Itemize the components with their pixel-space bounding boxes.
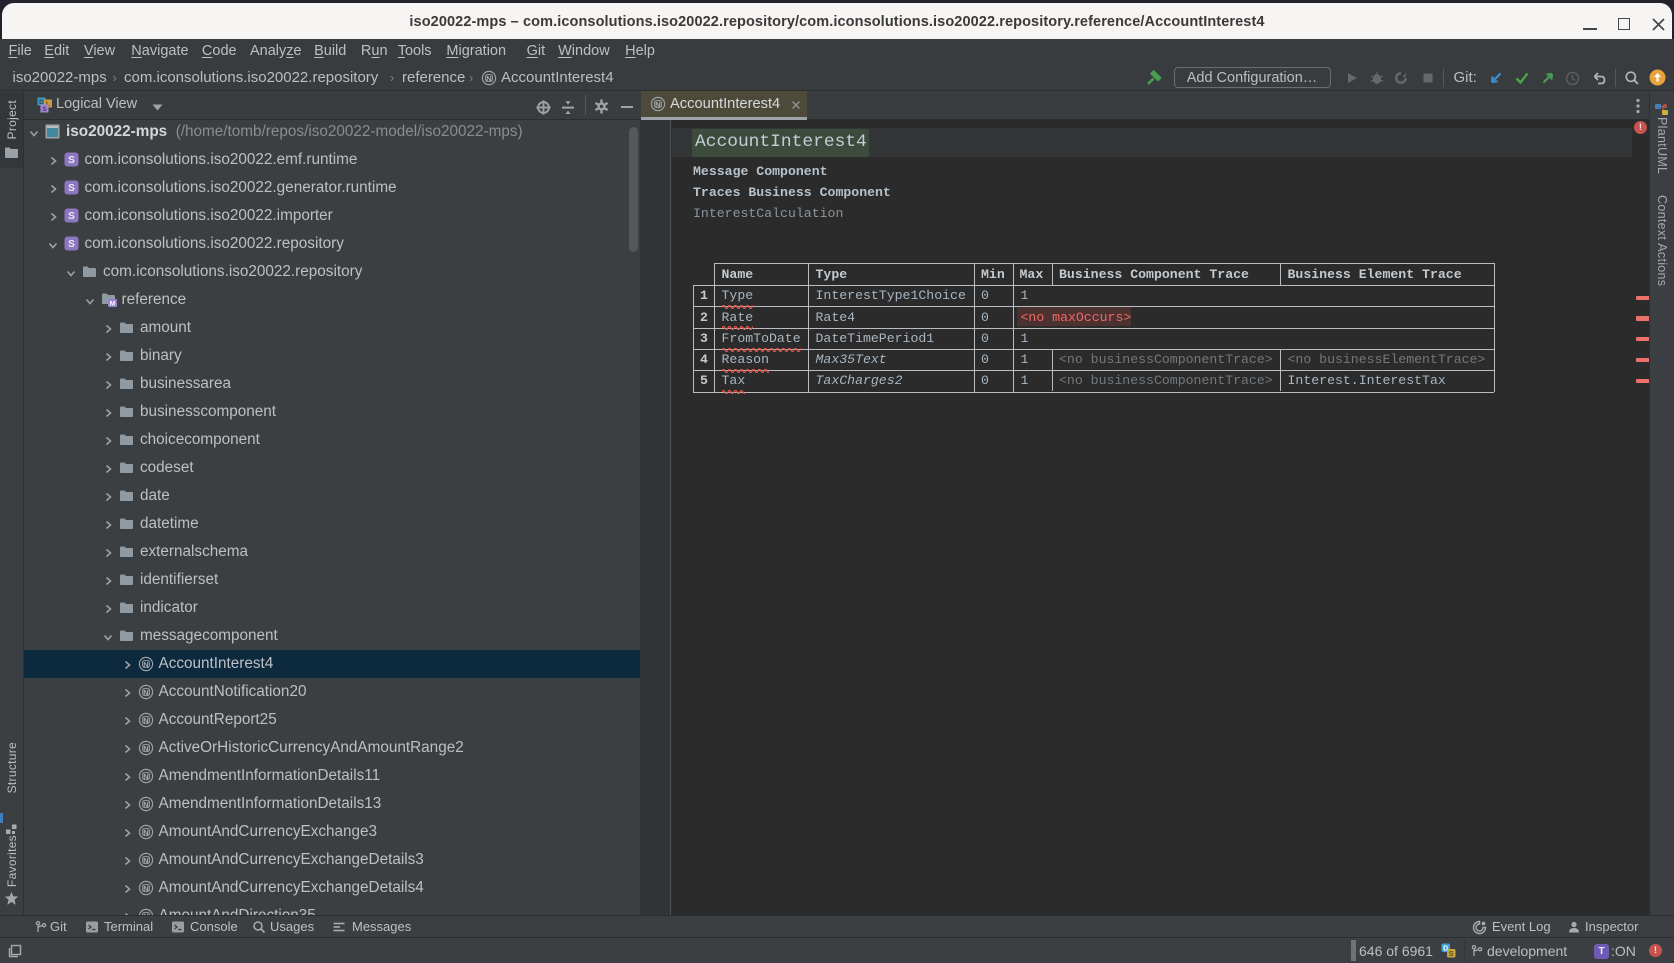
svg-text:S: S [68, 211, 75, 222]
svg-text:N: N [486, 74, 491, 83]
svg-text:N: N [143, 772, 148, 781]
svg-text:N: N [143, 856, 148, 865]
svg-text:N: N [143, 884, 148, 893]
svg-text:N: N [143, 688, 148, 697]
svg-text:S: S [68, 239, 75, 250]
svg-text:N: N [655, 100, 660, 109]
svg-text:S: S [1449, 951, 1454, 958]
svg-text:M: M [109, 301, 114, 307]
svg-text:S: S [68, 183, 75, 194]
svg-text:N: N [143, 800, 148, 809]
svg-text:S: S [42, 106, 47, 113]
svg-text:N: N [143, 660, 148, 669]
svg-text:N: N [143, 716, 148, 725]
svg-text:N: N [143, 828, 148, 837]
svg-text:N: N [143, 744, 148, 753]
svg-text:S: S [68, 155, 75, 166]
